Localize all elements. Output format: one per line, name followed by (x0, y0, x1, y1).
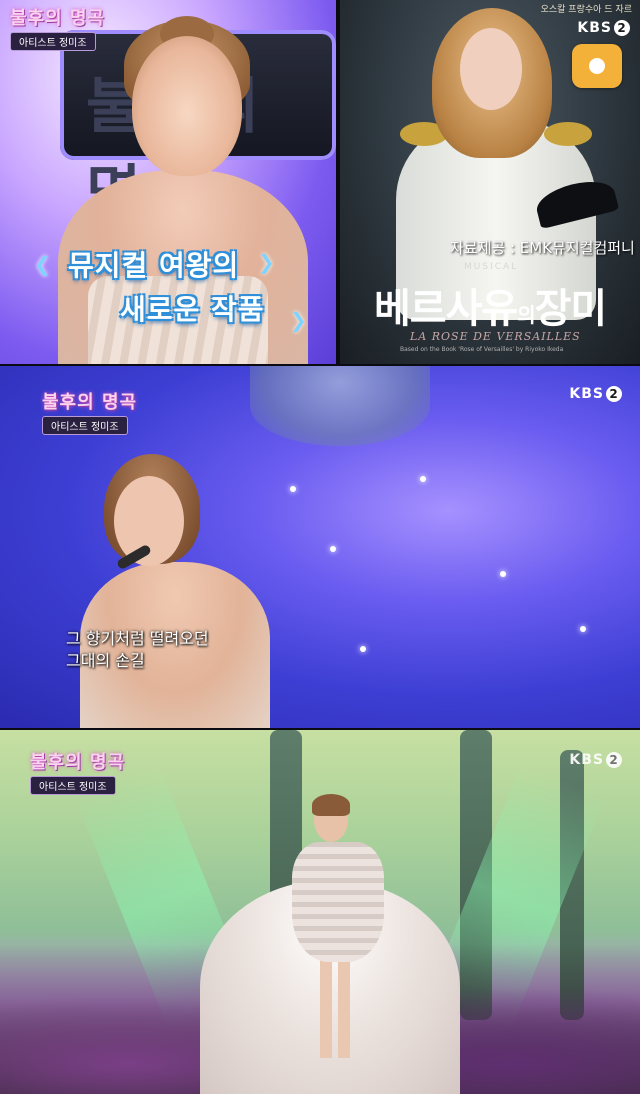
hanging-leaves (250, 366, 430, 446)
sparkle (500, 571, 506, 577)
artist-tag: 아티스트 정미조 (42, 416, 128, 435)
broadcaster-channel-number: 2 (606, 386, 622, 402)
poster-subtitle: LA ROSE DE VERSAILLES (410, 330, 581, 343)
right-wing-icon: ❯ (258, 250, 275, 274)
studio-closeup: 불후의 명 불후의 명곡 아티스트 정미조 ❮ 뮤지컬 여왕의 새로운 작품 ❯… (0, 0, 336, 364)
lyric-line-2: 그대의 손길 (66, 651, 145, 670)
poster-fine-print: Based on the Book 'Rose of Versailles' b… (400, 346, 564, 353)
sparkle (580, 626, 586, 632)
poster-title-part1: 베르사유 (374, 285, 518, 332)
poster-epaulet-right (544, 122, 592, 146)
artist-tag: 아티스트 정미조 (10, 32, 96, 51)
show-logo-title: 불후의 명곡 (10, 8, 106, 29)
broadcaster-name: KBS (577, 20, 612, 36)
lyric-line-1: 그 향기처럼 떨려오던 (66, 629, 209, 648)
musical-poster: 오스칼 프랑수아 드 자르 KBS 2 자료제공 : EMK뮤지컬컴퍼니 MUSI… (340, 0, 640, 364)
orange-play-button[interactable] (572, 44, 622, 88)
show-logo: 불후의 명곡 아티스트 정미조 (42, 388, 137, 435)
sparkle (330, 546, 336, 552)
still-frame-1: 불후의 명 불후의 명곡 아티스트 정미조 ❮ 뮤지컬 여왕의 새로운 작품 ❯… (0, 0, 640, 364)
caption-line-2: 새로운 작품 (120, 293, 265, 326)
poster-top-text: 오스칼 프랑수아 드 자르 (540, 5, 632, 15)
broadcaster-logo: KBS 2 (577, 20, 630, 36)
show-logo: 불후의 명곡 아티스트 정미조 (10, 4, 105, 51)
singer-legs (320, 958, 350, 1058)
small-wing-icon: ❯ (290, 308, 307, 332)
still-frame-3: 불후의 명곡 아티스트 정미조 KBS 2 (0, 730, 640, 1094)
image-credit: 자료제공 : EMK뮤지컬컴퍼니 (450, 239, 635, 257)
poster-figure-face (460, 28, 522, 110)
broadcaster-name: KBS (569, 752, 604, 768)
singer-hair (312, 794, 350, 816)
show-logo-title: 불후의 명곡 (42, 392, 138, 413)
singer-dress (292, 842, 384, 962)
sparkle (360, 646, 366, 652)
performer-face (132, 36, 242, 176)
musical-label: MUSICAL (464, 262, 519, 272)
sparkle (290, 486, 296, 492)
broadcaster-name: KBS (569, 386, 604, 402)
broadcaster-logo: KBS 2 (569, 752, 622, 768)
still-frame-2: 불후의 명곡 아티스트 정미조 KBS 2 그 향기처럼 떨려오던 그대의 손길 (0, 366, 640, 728)
broadcaster-channel-number: 2 (614, 20, 630, 36)
circle-icon (589, 58, 605, 74)
poster-title: 베르사유의장미 (374, 276, 608, 334)
artist-tag: 아티스트 정미조 (30, 776, 116, 795)
lyrics-subtitle: 그 향기처럼 떨려오던 그대의 손길 (66, 628, 209, 672)
broadcaster-logo: KBS 2 (569, 386, 622, 402)
poster-title-part2: 장미 (534, 285, 608, 332)
sparkle (420, 476, 426, 482)
show-logo-title: 불후의 명곡 (30, 752, 126, 773)
poster-title-particle: 의 (517, 303, 535, 327)
broadcaster-channel-number: 2 (606, 752, 622, 768)
show-logo: 불후의 명곡 아티스트 정미조 (30, 748, 125, 795)
